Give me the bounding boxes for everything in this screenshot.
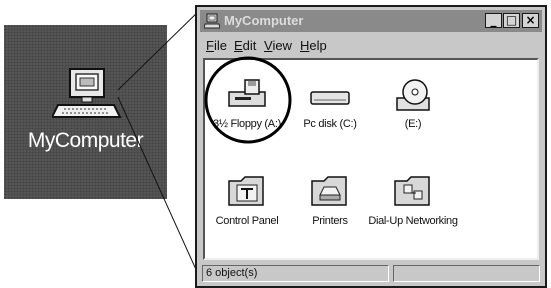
menu-edit[interactable]: Edit — [234, 38, 256, 53]
icon-view: 3½ Floppy (A:) Pc disk (C:) (E:) Control… — [203, 58, 539, 260]
hard-disk-icon — [310, 91, 350, 105]
floppy-drive-icon — [228, 79, 266, 107]
my-computer-window: MyComputer _ □ × File Edit View Help 3½ … — [195, 5, 547, 288]
desktop-icon-label[interactable]: MyComputer — [4, 129, 167, 153]
desktop-tile: MyComputer — [4, 25, 167, 199]
menu-file-accel: F — [206, 38, 214, 53]
my-computer-icon[interactable] — [50, 67, 124, 125]
item-dialup[interactable]: Dial-Up Networking — [363, 173, 463, 228]
maximize-button[interactable]: □ — [503, 13, 520, 28]
title-bar[interactable]: MyComputer _ □ × — [200, 10, 542, 32]
menu-help-rest: elp — [309, 38, 327, 53]
status-text: 6 object(s) — [202, 265, 389, 282]
dialup-networking-icon — [394, 176, 430, 206]
menu-help[interactable]: Help — [300, 38, 327, 53]
close-button[interactable]: × — [522, 13, 539, 28]
cd-drive-icon — [396, 79, 430, 111]
status-pane-empty — [393, 265, 540, 282]
status-bar: 6 object(s) — [200, 264, 542, 284]
menu-view-rest: iew — [272, 38, 292, 53]
menu-edit-rest: dit — [242, 38, 257, 53]
minimize-button[interactable]: _ — [485, 13, 502, 28]
menu-edit-accel: E — [234, 38, 243, 53]
item-label: (E:) — [404, 118, 422, 130]
control-panel-icon — [228, 176, 264, 206]
menu-bar: File Edit View Help — [200, 34, 542, 56]
menu-help-accel: H — [300, 38, 310, 53]
menu-file[interactable]: File — [206, 38, 227, 53]
window-title: MyComputer — [224, 13, 304, 28]
menu-view[interactable]: View — [264, 38, 292, 53]
item-label: Dial-Up Networking — [368, 215, 458, 227]
my-computer-icon — [204, 13, 220, 29]
menu-file-rest: ile — [213, 38, 227, 53]
printers-icon — [311, 176, 347, 206]
item-cd-drive[interactable]: (E:) — [363, 78, 463, 131]
